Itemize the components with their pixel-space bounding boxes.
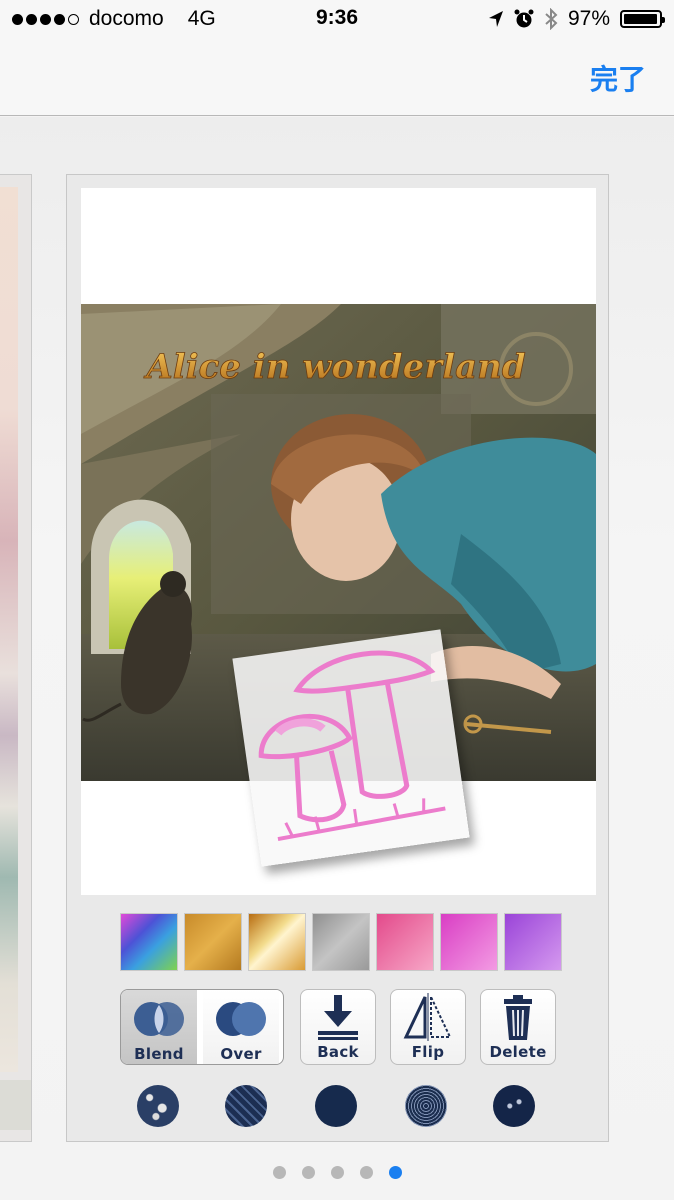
page-dot[interactable] [388, 1166, 402, 1179]
mushroom-icon [258, 650, 446, 842]
page-dot[interactable] [330, 1166, 344, 1179]
battery-percent: 97% [567, 7, 610, 30]
page-indicator[interactable] [0, 1166, 674, 1179]
delete-button[interactable]: Delete [480, 989, 556, 1065]
delete-label: Delete [489, 1043, 547, 1061]
flip-icon [403, 993, 452, 1041]
done-button[interactable]: 完了 [590, 58, 646, 98]
previous-card[interactable] [0, 174, 32, 1142]
swatch-silver[interactable] [312, 913, 370, 971]
over-icon [216, 1002, 266, 1036]
over-label: Over [220, 1045, 262, 1063]
artwork-title: Alice in wonderland [143, 347, 526, 387]
texture-options [137, 1085, 537, 1129]
tool-buttons: Blend Over Back Flip Delete [120, 989, 556, 1065]
blend-mode-toggle: Blend Over [120, 989, 284, 1065]
previous-card-image [0, 187, 18, 1072]
mushroom-sticker[interactable] [232, 629, 470, 867]
back-button[interactable]: Back [300, 989, 376, 1065]
swatch-gold[interactable] [184, 913, 242, 971]
editor-card: Alice in wonderland Blend Over Back Flip… [66, 174, 609, 1142]
alarm-clock-icon [514, 9, 534, 28]
texture-splatter[interactable] [137, 1085, 179, 1127]
blend-icon [134, 1002, 184, 1036]
color-swatches [120, 913, 562, 971]
texture-halftone[interactable] [405, 1085, 447, 1127]
swatch-violet[interactable] [504, 913, 562, 971]
location-arrow-icon [488, 11, 503, 27]
swatch-magenta[interactable] [440, 913, 498, 971]
swatch-gold-shine[interactable] [248, 913, 306, 971]
page-dot[interactable] [301, 1166, 315, 1179]
artwork-canvas[interactable]: Alice in wonderland [81, 188, 596, 895]
page-dot[interactable] [359, 1166, 373, 1179]
send-back-icon [318, 995, 358, 1040]
trash-icon [504, 995, 532, 1040]
back-label: Back [317, 1043, 359, 1061]
status-bar: docomo 4G 9:36 97% [0, 0, 674, 40]
battery-icon [620, 10, 665, 28]
status-right: 97% [488, 6, 665, 32]
swatch-pink[interactable] [376, 913, 434, 971]
previous-card-footer [0, 1080, 31, 1130]
blend-button[interactable]: Blend [121, 990, 197, 1064]
blend-label: Blend [134, 1045, 184, 1063]
over-button[interactable]: Over [203, 990, 279, 1064]
bluetooth-icon [545, 8, 558, 30]
page-dot[interactable] [272, 1166, 286, 1179]
navigation-bar: 完了 [0, 40, 674, 116]
swatch-rainbow[interactable] [120, 913, 178, 971]
flip-button[interactable]: Flip [390, 989, 466, 1065]
texture-solid[interactable] [315, 1085, 357, 1127]
flip-label: Flip [411, 1043, 445, 1061]
texture-scratched[interactable] [225, 1085, 267, 1127]
texture-speckled[interactable] [493, 1085, 535, 1127]
